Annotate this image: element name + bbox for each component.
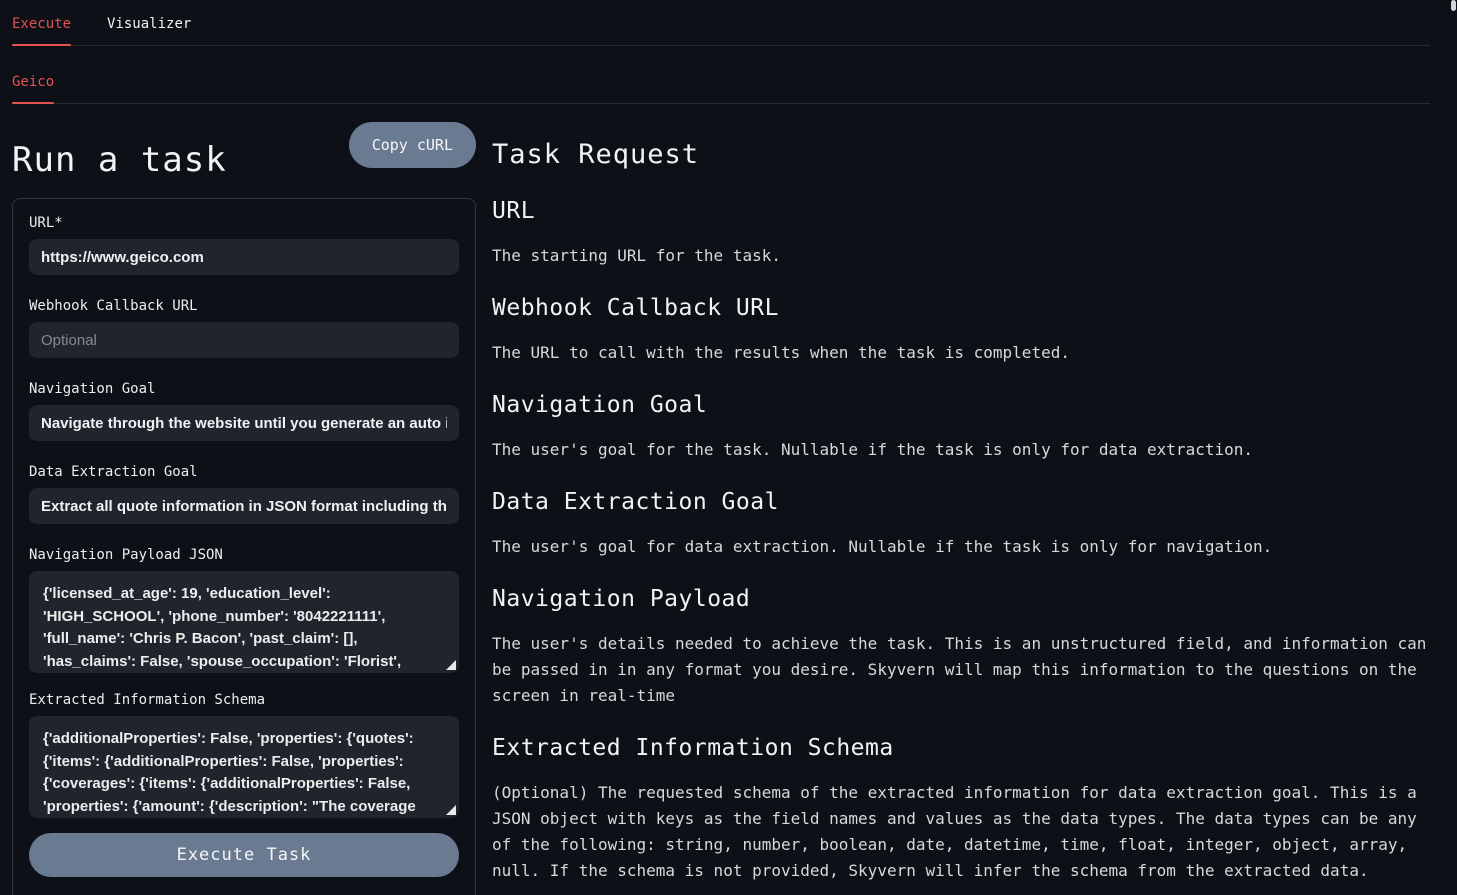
extracted-schema-field-group: Extracted Information Schema {'additiona… bbox=[29, 692, 459, 818]
doc-heading: Data Extraction Goal bbox=[492, 487, 1430, 517]
extracted-schema-textarea[interactable]: {'additionalProperties': False, 'propert… bbox=[29, 716, 459, 818]
data-extraction-goal-label: Data Extraction Goal bbox=[29, 464, 459, 480]
doc-body: The user's goal for the task. Nullable i… bbox=[492, 437, 1430, 463]
navigation-payload-field-group: Navigation Payload JSON {'licensed_at_ag… bbox=[29, 547, 459, 673]
data-extraction-goal-input[interactable] bbox=[29, 488, 459, 524]
navigation-goal-field-group: Navigation Goal bbox=[29, 381, 459, 441]
scrollbar-thumb[interactable] bbox=[1451, 0, 1456, 11]
page-title: Run a task bbox=[12, 138, 227, 182]
url-input[interactable] bbox=[29, 239, 459, 275]
doc-heading: Extracted Information Schema bbox=[492, 733, 1430, 763]
doc-section-extracted-schema: Extracted Information Schema (Optional) … bbox=[492, 733, 1430, 884]
tab-visualizer[interactable]: Visualizer bbox=[107, 16, 191, 45]
copy-curl-button[interactable]: Copy cURL bbox=[349, 122, 476, 168]
task-form-card: URL* Webhook Callback URL Navigation Goa… bbox=[12, 198, 476, 895]
doc-heading: Navigation Payload bbox=[492, 584, 1430, 614]
task-request-title: Task Request bbox=[492, 138, 1430, 172]
extracted-schema-label: Extracted Information Schema bbox=[29, 692, 459, 708]
navigation-payload-wrap: {'licensed_at_age': 19, 'education_level… bbox=[29, 571, 459, 673]
doc-section-url: URL The starting URL for the task. bbox=[492, 196, 1430, 269]
task-request-docs: Task Request URL The starting URL for th… bbox=[492, 104, 1430, 884]
doc-section-data-extraction-goal: Data Extraction Goal The user's goal for… bbox=[492, 487, 1430, 560]
doc-section-navigation-payload: Navigation Payload The user's details ne… bbox=[492, 584, 1430, 709]
doc-heading: Navigation Goal bbox=[492, 390, 1430, 420]
doc-body: The URL to call with the results when th… bbox=[492, 340, 1430, 366]
webhook-input[interactable] bbox=[29, 322, 459, 358]
doc-section-webhook: Webhook Callback URL The URL to call wit… bbox=[492, 293, 1430, 366]
doc-body: The user's goal for data extraction. Nul… bbox=[492, 534, 1430, 560]
run-task-header: Run a task Copy cURL bbox=[12, 104, 476, 182]
execute-task-button[interactable]: Execute Task bbox=[29, 833, 459, 877]
resize-grip-icon[interactable] bbox=[446, 805, 456, 815]
resize-grip-icon[interactable] bbox=[446, 660, 456, 670]
data-extraction-goal-field-group: Data Extraction Goal bbox=[29, 464, 459, 524]
url-field-group: URL* bbox=[29, 215, 459, 275]
doc-body: The user's details needed to achieve the… bbox=[492, 631, 1430, 709]
doc-body: (Optional) The requested schema of the e… bbox=[492, 780, 1430, 884]
sub-tabbar: Geico bbox=[12, 46, 1430, 104]
doc-body: The starting URL for the task. bbox=[492, 243, 1430, 269]
run-task-panel: Run a task Copy cURL URL* Webhook Callba… bbox=[12, 104, 476, 895]
main-content: Run a task Copy cURL URL* Webhook Callba… bbox=[0, 104, 1457, 895]
navigation-payload-label: Navigation Payload JSON bbox=[29, 547, 459, 563]
url-field-label: URL* bbox=[29, 215, 459, 231]
webhook-field-group: Webhook Callback URL bbox=[29, 298, 459, 358]
navigation-goal-label: Navigation Goal bbox=[29, 381, 459, 397]
main-tabbar: Execute Visualizer bbox=[12, 0, 1430, 46]
navigation-payload-textarea[interactable]: {'licensed_at_age': 19, 'education_level… bbox=[29, 571, 459, 673]
doc-heading: URL bbox=[492, 196, 1430, 226]
webhook-field-label: Webhook Callback URL bbox=[29, 298, 459, 314]
extracted-schema-wrap: {'additionalProperties': False, 'propert… bbox=[29, 716, 459, 818]
doc-heading: Webhook Callback URL bbox=[492, 293, 1430, 323]
navigation-goal-input[interactable] bbox=[29, 405, 459, 441]
tab-geico[interactable]: Geico bbox=[12, 74, 54, 103]
doc-section-navigation-goal: Navigation Goal The user's goal for the … bbox=[492, 390, 1430, 463]
tab-execute[interactable]: Execute bbox=[12, 16, 71, 45]
